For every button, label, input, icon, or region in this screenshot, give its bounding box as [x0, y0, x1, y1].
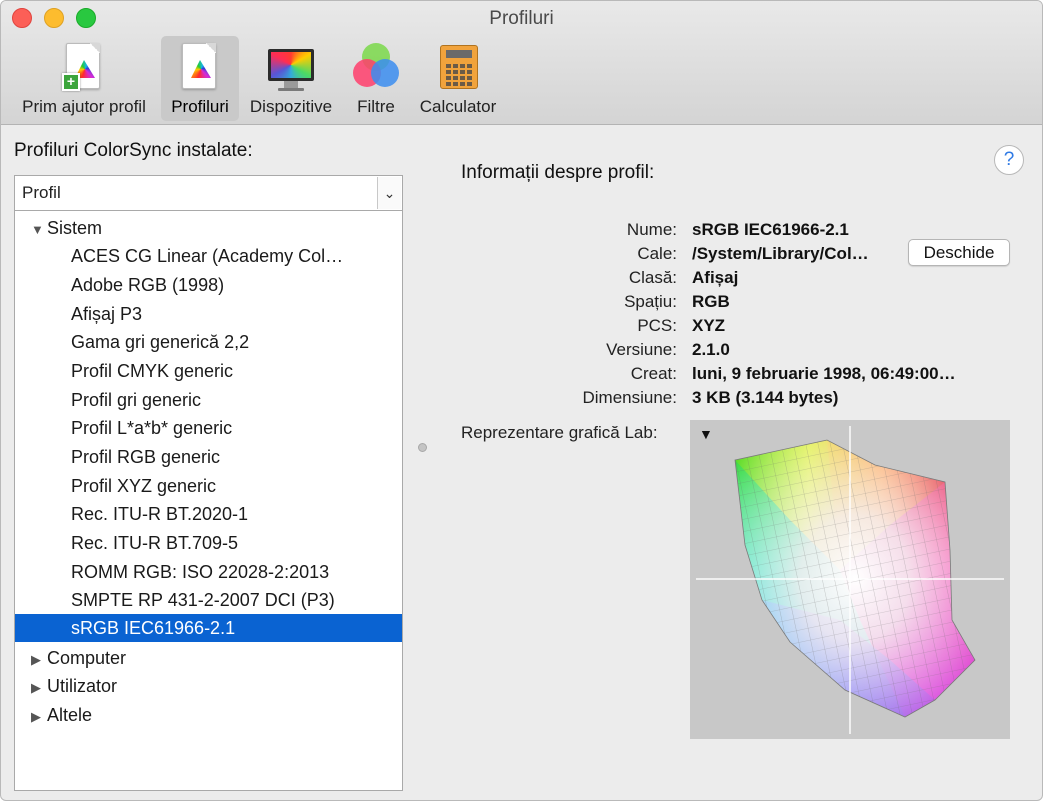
field-label-size: Dimensiune: — [582, 388, 678, 407]
help-button[interactable]: ? — [994, 145, 1024, 175]
toolbar-item-calculator[interactable]: Calculator — [413, 36, 503, 121]
field-label-name: Nume: — [626, 220, 677, 239]
open-button[interactable]: Deschide — [908, 239, 1010, 266]
title-bar: Profiluri + Prim ajutor profil Profiluri… — [1, 1, 1042, 125]
list-item[interactable]: Profil XYZ generic — [15, 472, 402, 500]
split-view-handle[interactable] — [418, 443, 427, 452]
field-label-created: Creat: — [630, 364, 677, 383]
field-value-pcs: XYZ — [692, 316, 726, 335]
toolbar-item-filters[interactable]: Filtre — [346, 36, 406, 121]
profile-list[interactable]: ▼ Sistem ACES CG Linear (Academy Col… Ado… — [14, 210, 403, 791]
group-label: Computer — [47, 648, 127, 668]
field-value-class: Afișaj — [692, 268, 739, 287]
list-item[interactable]: Rec. ITU-R BT.709-5 — [15, 529, 402, 557]
list-item[interactable]: ROMM RGB: ISO 22028-2:2013 — [15, 558, 402, 586]
toolbar-item-profile-first-aid[interactable]: + Prim ajutor profil — [11, 36, 157, 121]
field-value-path: /System/Library/Col… — [692, 244, 869, 263]
list-group-utilizator[interactable]: ▶ Utilizator — [15, 672, 402, 700]
list-item[interactable]: Profil gri generic — [15, 386, 402, 414]
field-value-size: 3 KB (3.144 bytes) — [692, 388, 839, 407]
profiles-icon — [174, 41, 226, 93]
toolbar-label: Filtre — [357, 97, 395, 116]
profile-first-aid-icon: + — [58, 41, 110, 93]
profile-info-heading: Informații despre profil: — [461, 162, 655, 183]
list-item[interactable]: Profil CMYK generic — [15, 357, 402, 385]
lab-gamut-graphic[interactable] — [690, 420, 1010, 739]
toolbar-item-profiles[interactable]: Profiluri — [161, 36, 239, 121]
lab-plot-label: Reprezentare grafică Lab: — [461, 423, 658, 442]
field-label-pcs: PCS: — [637, 316, 677, 335]
field-label-space: Spațiu: — [624, 292, 677, 311]
calculator-icon — [432, 41, 484, 93]
list-group-computer[interactable]: ▶ Computer — [15, 644, 402, 672]
field-value-version: 2.1.0 — [692, 340, 730, 359]
disclosure-expanded-icon[interactable]: ▼ — [31, 216, 45, 244]
toolbar-label: Calculator — [419, 97, 497, 116]
field-value-space: RGB — [692, 292, 730, 311]
list-group-altele[interactable]: ▶ Altele — [15, 701, 402, 729]
group-label: Utilizator — [47, 676, 118, 696]
plot-options-triangle-icon[interactable]: ▼ — [699, 426, 713, 442]
toolbar-item-devices[interactable]: Dispozitive — [243, 36, 339, 121]
field-label-version: Versiune: — [606, 340, 677, 359]
list-item[interactable]: SMPTE RP 431-2-2007 DCI (P3) — [15, 586, 402, 614]
list-group-sistem[interactable]: ▼ Sistem — [15, 214, 402, 242]
toolbar-label: Profiluri — [171, 97, 229, 116]
filters-icon — [350, 41, 402, 93]
group-label: Altele — [47, 705, 93, 725]
devices-icon — [265, 41, 317, 93]
toolbar-label: Prim ajutor profil — [22, 97, 146, 116]
list-item[interactable]: Rec. ITU-R BT.2020-1 — [15, 500, 402, 528]
disclosure-collapsed-icon[interactable]: ▶ — [31, 646, 45, 674]
field-value-name: sRGB IEC61966-2.1 — [692, 220, 849, 239]
colorsync-window: Profiluri + Prim ajutor profil Profiluri… — [0, 0, 1043, 801]
window-title: Profiluri — [489, 8, 554, 29]
list-item[interactable]: Gama gri generică 2,2 — [15, 328, 402, 356]
installed-profiles-heading: Profiluri ColorSync instalate: — [14, 140, 253, 161]
field-label-path: Cale: — [637, 244, 677, 263]
list-item[interactable]: Profil L*a*b* generic — [15, 414, 402, 442]
profile-sort-dropdown[interactable]: Profil ⌄ — [14, 175, 403, 211]
list-item-selected[interactable]: sRGB IEC61966-2.1 — [15, 614, 402, 642]
list-item[interactable]: Adobe RGB (1998) — [15, 271, 402, 299]
group-label: Sistem — [47, 218, 103, 238]
chevron-down-icon[interactable]: ⌄ — [377, 177, 401, 209]
disclosure-collapsed-icon[interactable]: ▶ — [31, 703, 45, 731]
field-value-created: luni, 9 februarie 1998, 06:49:00… — [692, 364, 956, 383]
disclosure-collapsed-icon[interactable]: ▶ — [31, 674, 45, 702]
dropdown-value: Profil — [22, 183, 61, 202]
list-item[interactable]: Profil RGB generic — [15, 443, 402, 471]
lab-gamut-plot[interactable]: ▼ — [690, 420, 1010, 739]
toolbar-label: Dispozitive — [249, 97, 333, 116]
list-item[interactable]: ACES CG Linear (Academy Col… — [15, 242, 402, 270]
list-item[interactable]: Afișaj P3 — [15, 300, 402, 328]
field-label-class: Clasă: — [628, 268, 677, 287]
